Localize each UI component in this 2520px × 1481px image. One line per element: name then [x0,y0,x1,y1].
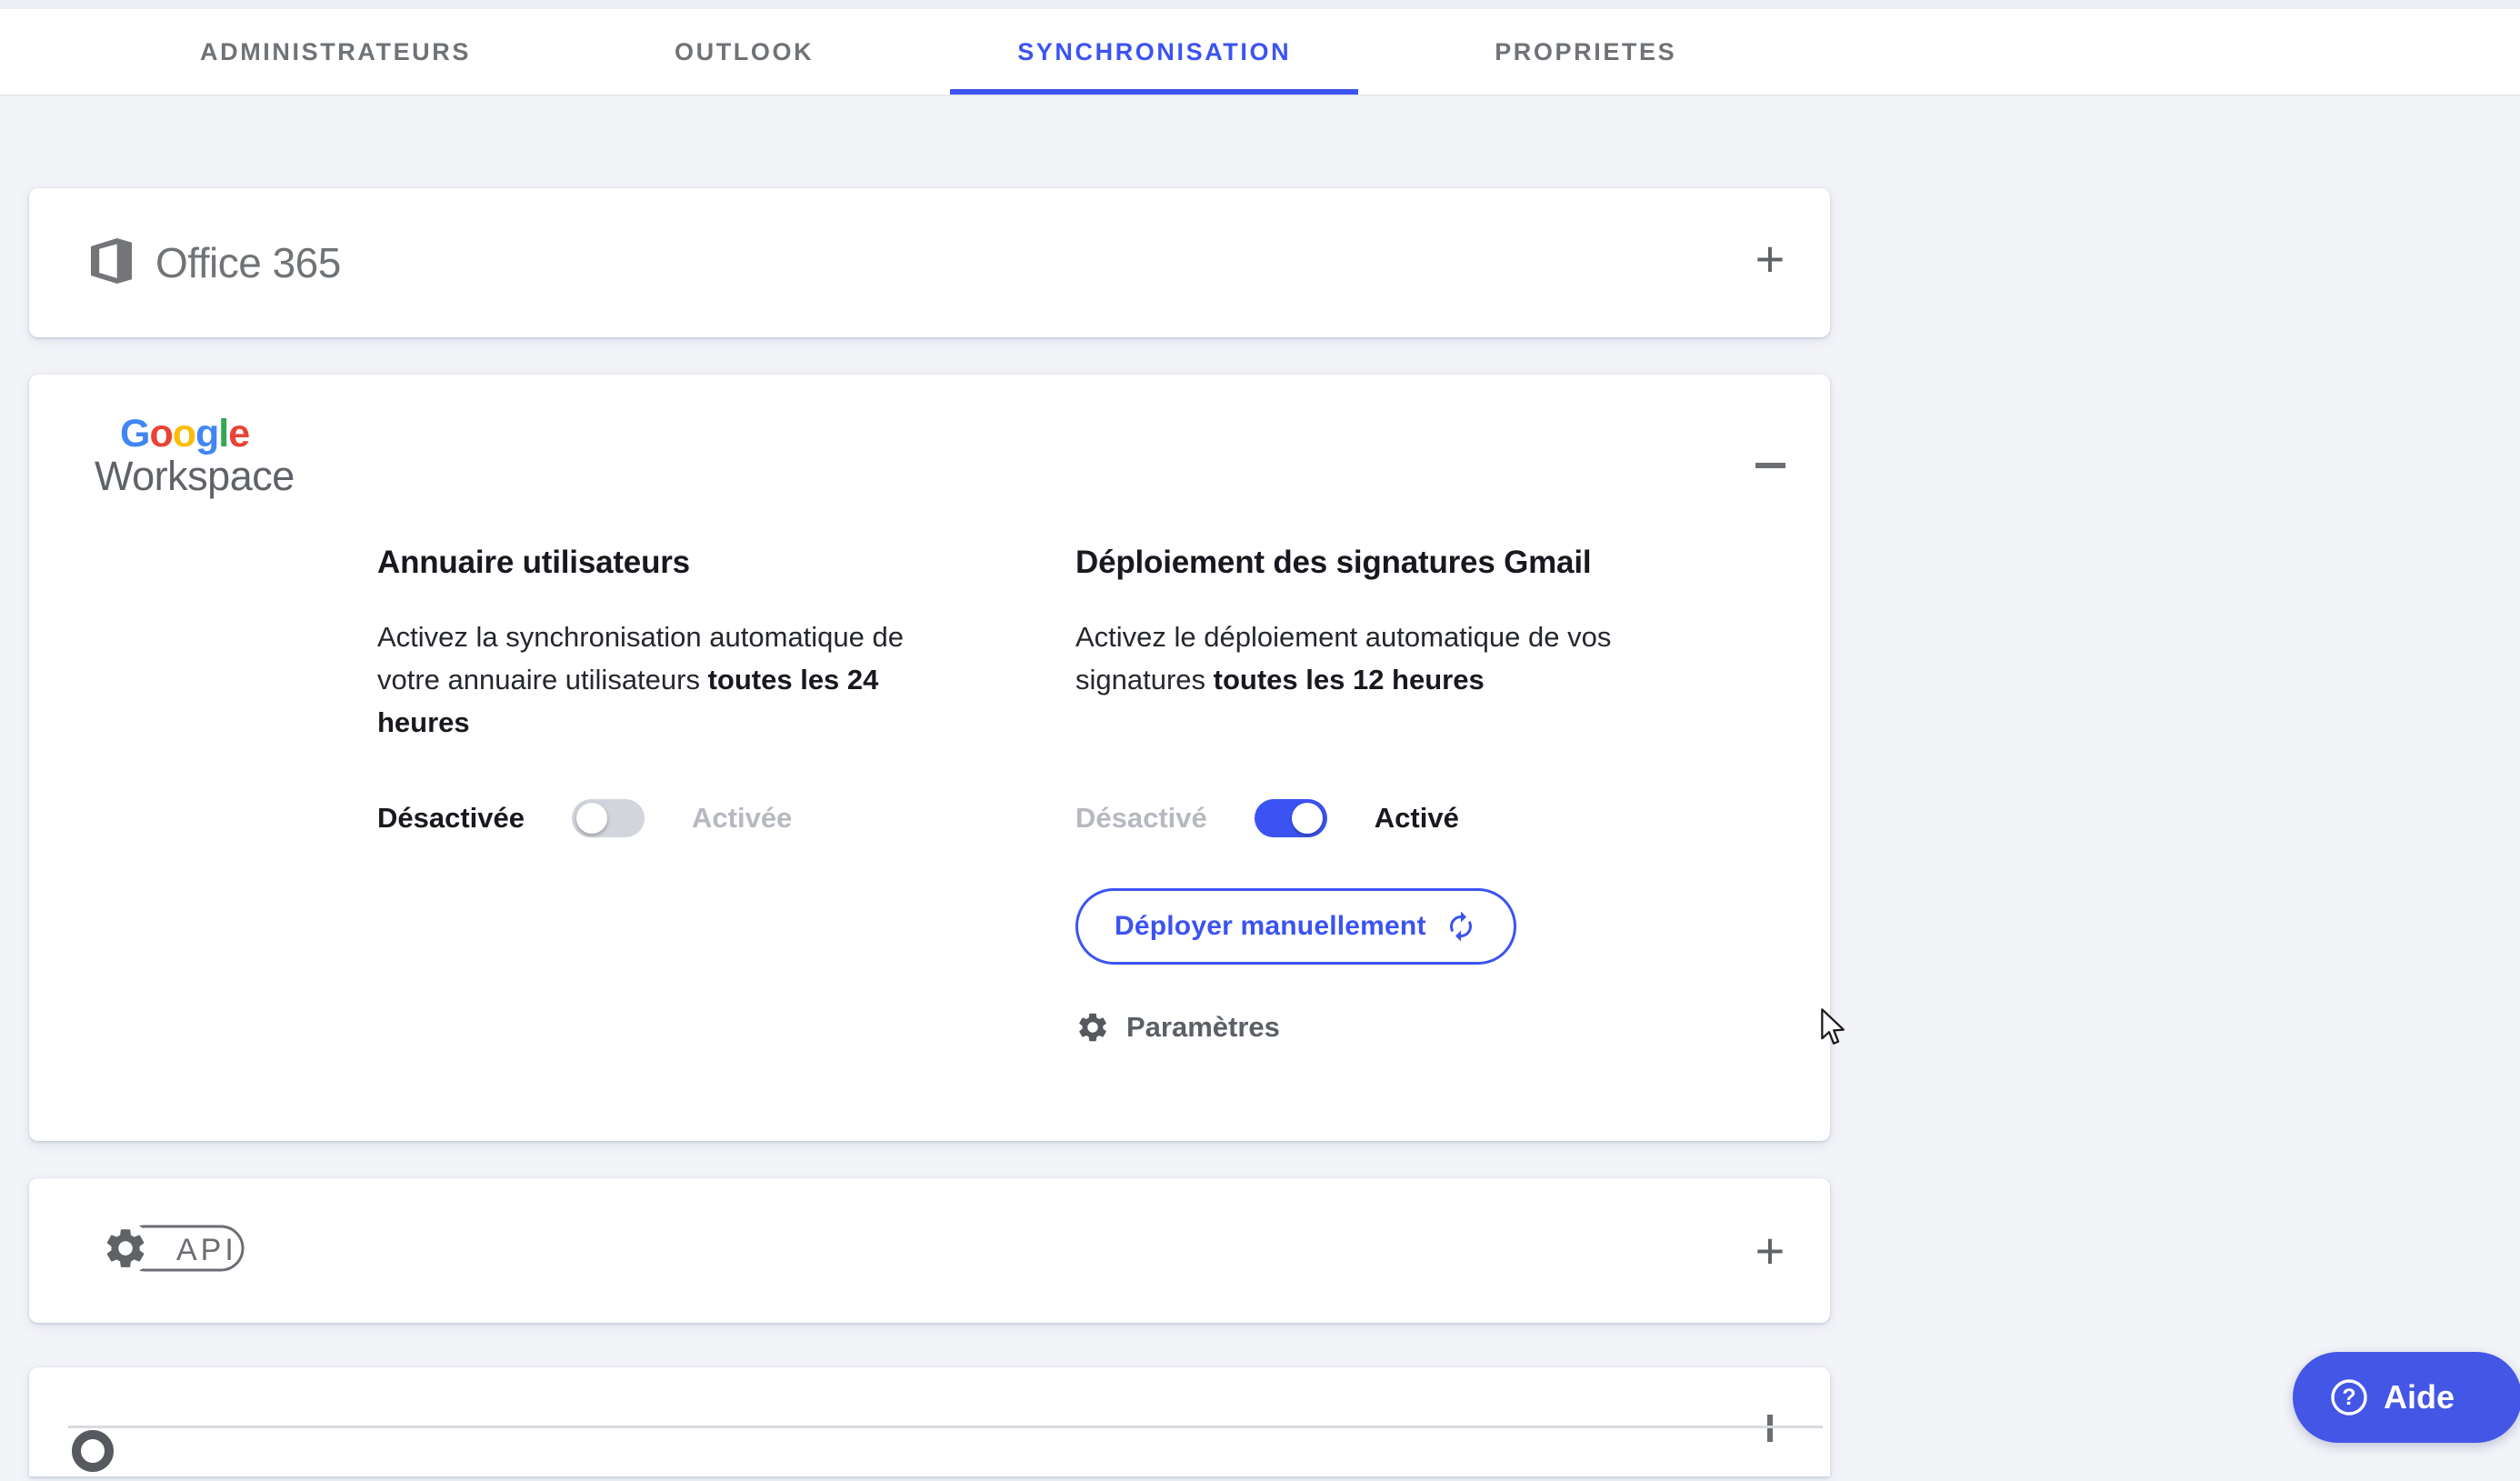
help-question-icon: ? [2329,1377,2369,1417]
directory-off-label: Désactivée [377,802,525,835]
tab-proprietes[interactable]: PROPRIETES [1495,9,1676,95]
signatures-off-label: Désactivé [1075,802,1207,835]
google-card-columns: Annuaire utilisateurs Activez la synchro… [29,545,1830,1045]
signatures-section-description: Activez le déploiement automatique de vo… [1075,615,1675,701]
signatures-toggle-row: Désactivé Activé [1075,799,1675,838]
help-button[interactable]: ? Aide [2293,1352,2520,1443]
signatures-toggle[interactable] [1254,799,1327,838]
signatures-section-heading: Déploiement des signatures Gmail [1075,545,1592,581]
api-badge: API [99,1220,249,1281]
office365-card: Office 365 + [29,188,1830,337]
google-workspace-card: Google Workspace Annuaire utilisateurs A… [29,375,1830,1141]
directory-on-label: Activée [692,802,793,835]
signatures-section: Déploiement des signatures Gmail Activez… [1075,545,1675,1045]
gear-icon [1075,1010,1110,1045]
tab-administrateurs[interactable]: ADMINISTRATEURS [200,9,471,95]
office365-title: Office 365 [155,239,341,286]
google-workspace-logo: Google Workspace [29,375,1830,499]
expand-office-button[interactable]: + [1745,234,1795,285]
toggle-knob [576,803,608,835]
signatures-settings-link[interactable]: Paramètres [1075,1010,1280,1045]
expand-api-button[interactable]: + [1745,1226,1795,1276]
api-card: API + [29,1178,1830,1323]
directory-section-description: Activez la synchronisation automatique d… [377,615,948,744]
google-letter: l [218,412,229,455]
help-button-label: Aide [2384,1378,2455,1416]
workspace-wordmark: Workspace [95,453,295,500]
tab-bar: ADMINISTRATEURS OUTLOOK SYNCHRONISATION … [0,9,2520,96]
svg-text:API: API [176,1233,237,1267]
tab-synchronisation[interactable]: SYNCHRONISATION [950,9,1359,95]
partial-card-icon [49,1407,136,1481]
directory-sync-section: Annuaire utilisateurs Activez la synchro… [377,545,948,1045]
minus-icon [1755,463,1785,468]
signatures-description-bold: toutes les 12 heures [1213,664,1485,696]
google-letter: o [149,412,173,455]
deploy-button-label: Déployer manuellement [1115,911,1426,942]
partial-bottom-card [29,1367,1830,1476]
deploy-manually-button[interactable]: Déployer manuellement [1075,888,1516,966]
directory-section-heading: Annuaire utilisateurs [377,545,690,581]
tab-outlook[interactable]: OUTLOOK [675,9,814,95]
collapse-google-button[interactable] [1745,440,1795,491]
toggle-knob [1291,803,1323,835]
directory-toggle-row: Désactivée Activée [377,799,948,838]
google-letter: e [228,412,250,455]
main-content: Office 365 + Google Workspace Annuaire u… [0,188,2520,1476]
office365-icon [91,237,132,288]
google-letter: o [172,412,196,455]
sync-refresh-icon [1445,910,1477,943]
directory-sync-toggle[interactable] [572,799,645,838]
google-wordmark: Google [95,413,1830,455]
signatures-on-label: Activé [1374,802,1459,835]
google-letter: g [195,412,219,455]
expand-partial-button[interactable] [1767,1415,1773,1442]
settings-label: Paramètres [1126,1011,1280,1044]
svg-text:?: ? [2342,1385,2355,1410]
google-letter: G [120,412,150,455]
page-top-strip [0,0,2520,9]
bottom-divider [68,1426,1823,1428]
